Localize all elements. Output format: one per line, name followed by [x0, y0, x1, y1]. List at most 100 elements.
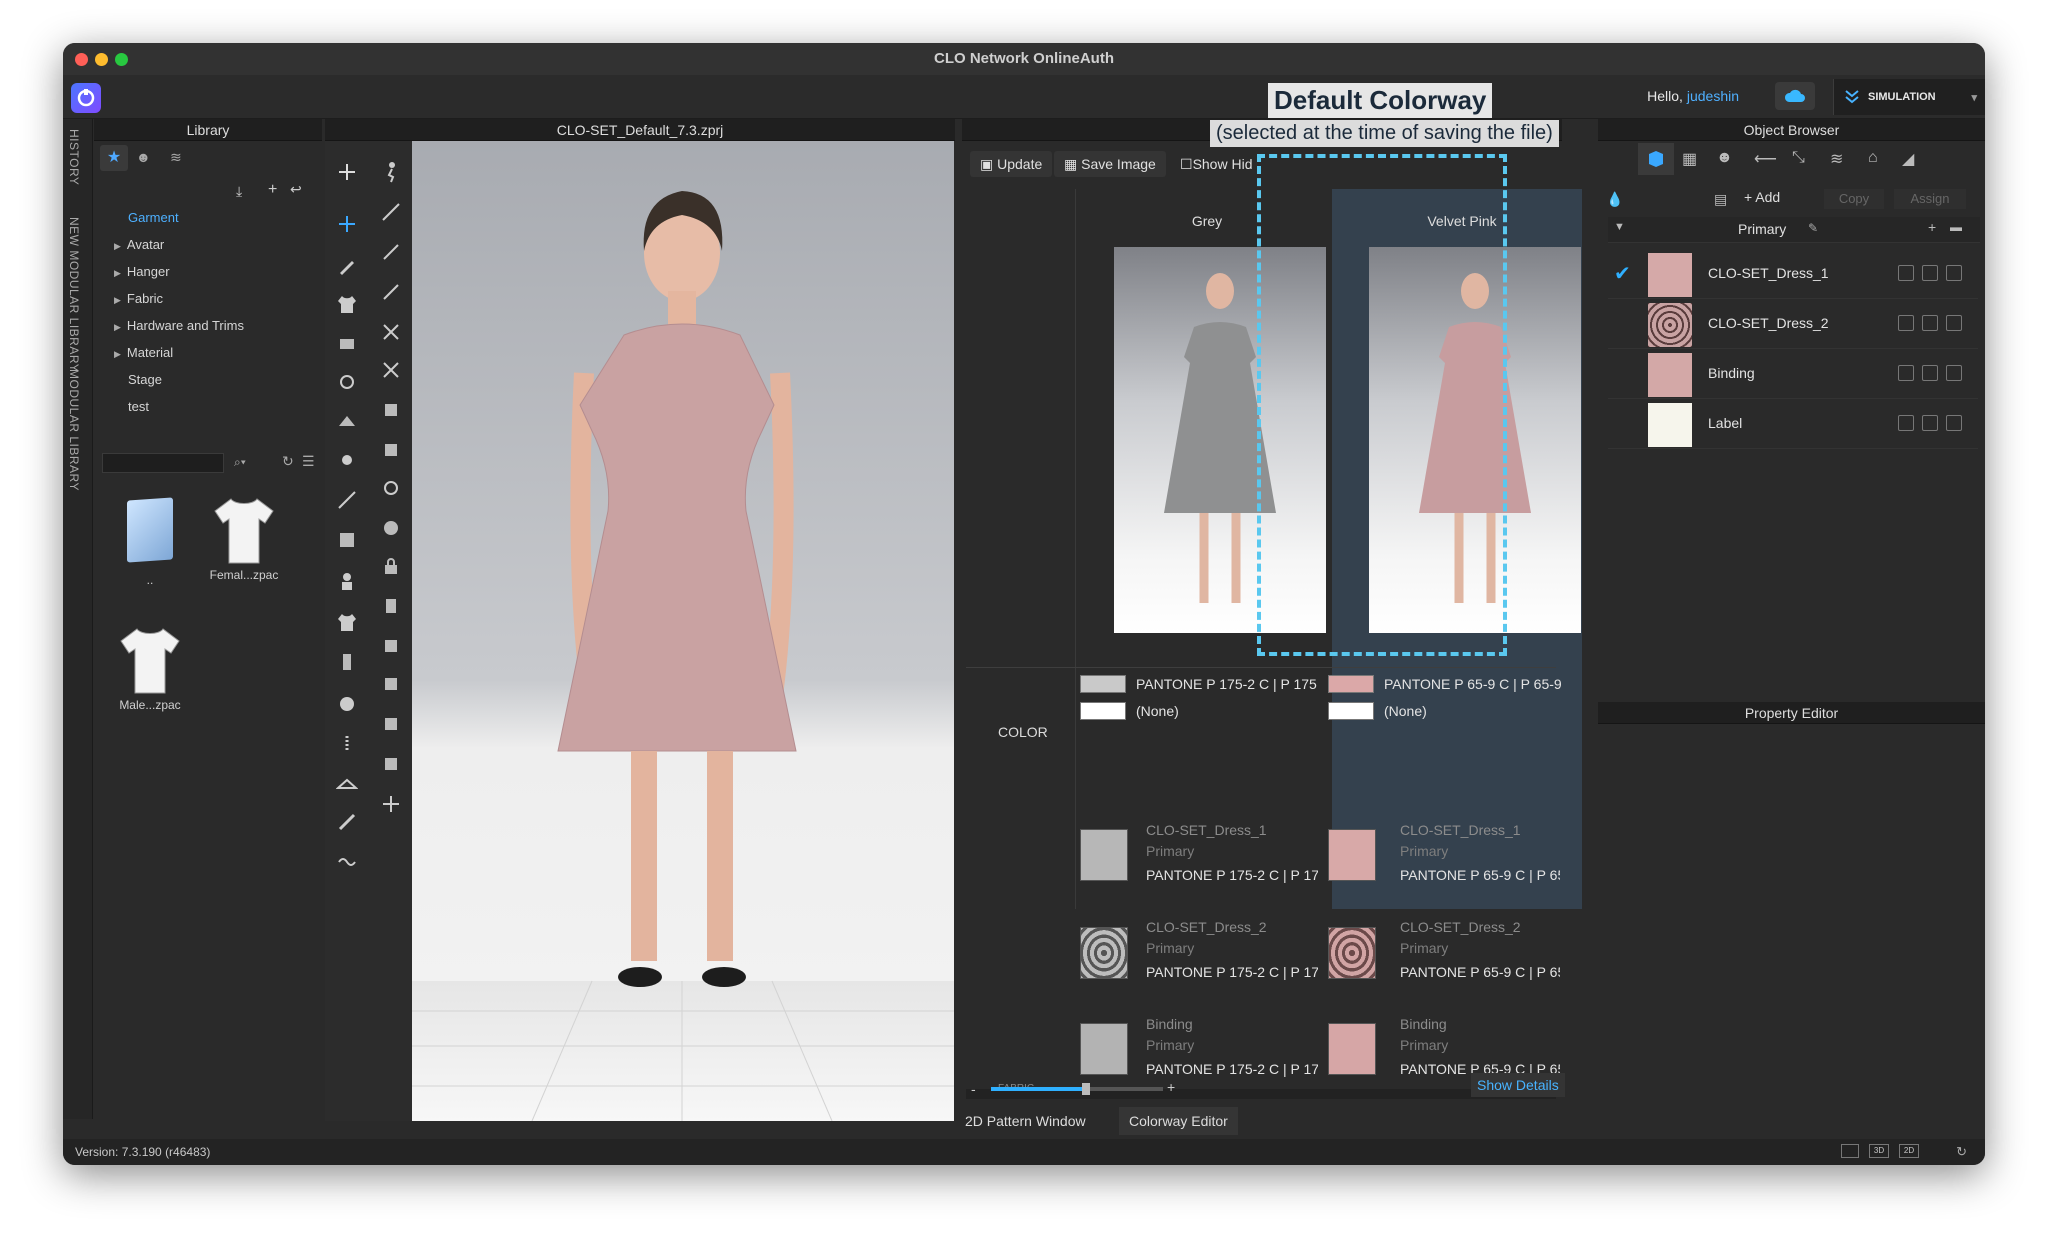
- file-female-zpac[interactable]: Femal...zpac: [196, 495, 292, 582]
- duplicate-icon[interactable]: [1898, 265, 1914, 281]
- edit-pencil-icon[interactable]: ✎: [1808, 221, 1818, 235]
- fabric-swatch-grey-dress2[interactable]: [1080, 927, 1128, 979]
- username-link[interactable]: judeshin: [1687, 88, 1739, 104]
- tree-item-stage[interactable]: Stage: [94, 366, 294, 393]
- duplicate-icon[interactable]: [1898, 415, 1914, 431]
- walk-icon[interactable]: [377, 159, 405, 185]
- needle-icon[interactable]: [377, 239, 405, 265]
- search-icon[interactable]: ⌕▾: [234, 455, 246, 470]
- reset-icon[interactable]: ↻: [1956, 1139, 1967, 1165]
- simulation-mode-button[interactable]: SIMULATION ▾: [1833, 79, 1985, 115]
- avatar-tool-icon[interactable]: [333, 569, 361, 595]
- brush-icon[interactable]: [333, 809, 361, 835]
- tab-new-modular-library[interactable]: NEW MODULAR LIBRARY: [67, 217, 81, 372]
- puckering-icon[interactable]: [333, 849, 361, 875]
- garment-icon[interactable]: [333, 291, 361, 317]
- fabric-tab-icon[interactable]: [1638, 143, 1674, 175]
- fabric-item[interactable]: Binding: [1608, 349, 1978, 399]
- barcode-icon[interactable]: [377, 593, 405, 619]
- tab-modular-library[interactable]: MODULAR LIBRARY: [67, 369, 81, 491]
- zipper-icon[interactable]: [333, 731, 361, 757]
- delete-icon[interactable]: [1946, 315, 1962, 331]
- topstitch-icon[interactable]: [377, 671, 405, 697]
- apply-icon[interactable]: [1922, 365, 1938, 381]
- pattern-arrange-icon[interactable]: [377, 437, 405, 463]
- tree-item-test[interactable]: test: [94, 393, 294, 420]
- fabric-swatch-pink-binding[interactable]: [1328, 1023, 1376, 1075]
- transform-icon[interactable]: [333, 211, 361, 237]
- shape-icon[interactable]: [377, 515, 405, 541]
- layout-icon[interactable]: [1841, 1144, 1859, 1158]
- color-swatch-grey[interactable]: [1080, 675, 1126, 693]
- tack-icon[interactable]: [333, 369, 361, 395]
- tree-item-garment[interactable]: Garment: [94, 204, 294, 231]
- topstitch-tab-icon[interactable]: ⤡: [1792, 149, 1805, 167]
- edit-pattern-icon[interactable]: [377, 199, 405, 225]
- free-sew-icon[interactable]: [377, 319, 405, 345]
- pen-icon[interactable]: [333, 253, 361, 279]
- modular-icon[interactable]: ≋: [170, 149, 182, 166]
- seam-icon[interactable]: [377, 711, 405, 737]
- zoom-slider[interactable]: [991, 1087, 1163, 1091]
- back-icon[interactable]: ↩: [290, 181, 302, 198]
- copy-button[interactable]: Copy: [1824, 189, 1884, 209]
- button-tool-icon[interactable]: [333, 691, 361, 717]
- select-move-icon[interactable]: [333, 159, 361, 185]
- list-view-icon[interactable]: ☰: [302, 453, 315, 470]
- zoom-button[interactable]: [115, 53, 128, 66]
- tab-2d-pattern-window[interactable]: 2D Pattern Window: [965, 1113, 1086, 1129]
- lock-icon[interactable]: [377, 553, 405, 579]
- file-parent-folder[interactable]: ..: [102, 497, 198, 587]
- apply-icon[interactable]: [1922, 415, 1938, 431]
- duplicate-icon[interactable]: [1898, 315, 1914, 331]
- tree-item-hanger[interactable]: ▶ Hanger: [94, 258, 294, 285]
- color-swatch-pink[interactable]: [1328, 675, 1374, 693]
- show-hidden-checkbox[interactable]: ☐Show Hid: [1170, 151, 1262, 177]
- delete-icon[interactable]: [1946, 265, 1962, 281]
- expand-icon[interactable]: ▼: [1614, 221, 1625, 233]
- view-2d-icon[interactable]: 2D: [1899, 1144, 1919, 1158]
- add-button[interactable]: + Add: [1744, 189, 1780, 205]
- clo-logo-icon[interactable]: [71, 83, 101, 113]
- fold-tool-icon[interactable]: [377, 357, 405, 383]
- delete-icon[interactable]: [1946, 415, 1962, 431]
- rib-icon[interactable]: [377, 791, 405, 817]
- button-tab-icon[interactable]: ☻: [1716, 149, 1733, 167]
- hanger-icon[interactable]: [333, 769, 361, 795]
- zoom-slider-handle[interactable]: [1081, 1083, 1090, 1095]
- assign-button[interactable]: Assign: [1894, 189, 1966, 209]
- tab-history[interactable]: HISTORY: [67, 129, 81, 185]
- delete-icon[interactable]: [1946, 365, 1962, 381]
- graphic-icon[interactable]: [377, 633, 405, 659]
- add-folder-icon[interactable]: +: [268, 181, 277, 199]
- add-fabric-icon[interactable]: ▤: [1714, 191, 1727, 208]
- tree-item-hardware[interactable]: ▶ Hardware and Trims: [94, 312, 294, 339]
- fabric-item[interactable]: CLO-SET_Dress_2: [1608, 299, 1978, 349]
- line-sew-icon[interactable]: [377, 279, 405, 305]
- color-swatch-pink-none[interactable]: [1328, 702, 1374, 720]
- pin-icon[interactable]: [333, 447, 361, 473]
- measure-icon[interactable]: [333, 487, 361, 513]
- apply-icon[interactable]: [1922, 265, 1938, 281]
- tshirt-tool-icon[interactable]: [333, 609, 361, 635]
- download-icon[interactable]: ⤓: [236, 183, 242, 200]
- fabric-item[interactable]: ✔ CLO-SET_Dress_1: [1608, 249, 1978, 299]
- show-details-button[interactable]: Show Details: [1471, 1073, 1565, 1097]
- close-button[interactable]: [75, 53, 88, 66]
- fabric-swatch-pink-dress1[interactable]: [1328, 829, 1376, 881]
- color-swatch-grey-none[interactable]: [1080, 702, 1126, 720]
- zoom-minus-button[interactable]: -: [971, 1081, 976, 1097]
- graphic-tab-icon[interactable]: ▦: [1682, 149, 1697, 169]
- tree-item-fabric[interactable]: ▶ Fabric: [94, 285, 294, 312]
- add-colorway-icon[interactable]: +: [1928, 219, 1936, 235]
- apply-icon[interactable]: [1922, 315, 1938, 331]
- zoom-plus-button[interactable]: +: [1167, 1079, 1175, 1095]
- save-image-button[interactable]: ▦ Save Image: [1054, 151, 1166, 177]
- duplicate-icon[interactable]: [1898, 365, 1914, 381]
- cloud-sync-button[interactable]: [1775, 82, 1815, 110]
- file-male-zpac[interactable]: Male...zpac: [102, 625, 198, 712]
- fabric-swatch-pink-dress2[interactable]: [1328, 927, 1376, 979]
- texture-icon[interactable]: [333, 527, 361, 553]
- sewing-icon[interactable]: [333, 331, 361, 357]
- trims-icon[interactable]: [333, 649, 361, 675]
